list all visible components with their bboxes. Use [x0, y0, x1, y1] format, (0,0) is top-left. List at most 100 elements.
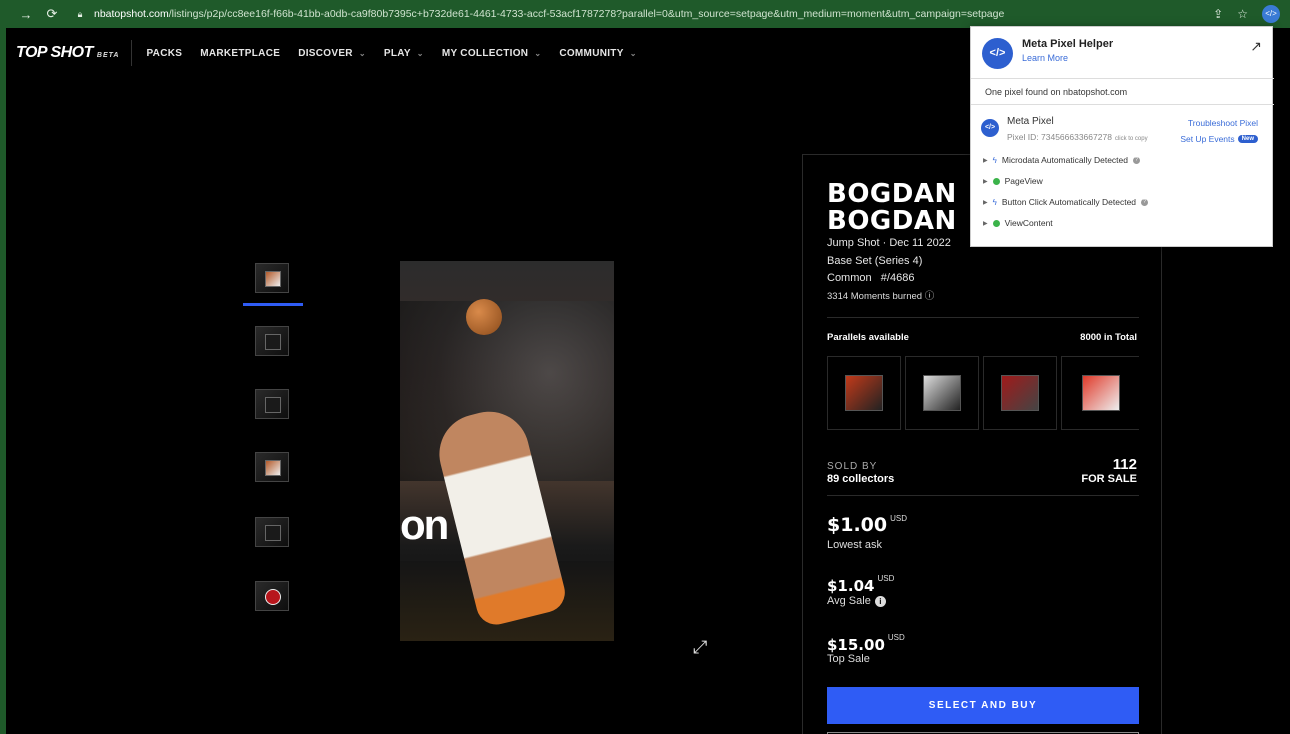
pixel-name: Meta Pixel	[1007, 116, 1054, 127]
meta-pixel-icon: </>	[981, 119, 999, 137]
popup-header: </> Meta Pixel Helper Learn More ↗	[971, 27, 1274, 79]
parallel-option[interactable]	[1061, 356, 1139, 430]
help-icon[interactable]: ?	[1141, 198, 1149, 206]
success-check-icon	[992, 177, 1000, 185]
price-value: $1.04	[827, 577, 875, 595]
nav-label: PLAY	[383, 47, 411, 59]
pixel-helper-logo-icon: </>	[982, 38, 1013, 69]
nav-label: PACKS	[146, 47, 183, 59]
event-label: Microdata Automatically Detected	[1001, 155, 1129, 165]
chevron-down-icon: ⌄	[534, 48, 542, 58]
pixel-id-text: Pixel ID: 734566633667278	[1007, 132, 1112, 142]
expand-icon[interactable]: ⤢	[693, 637, 707, 658]
nav-item-packs[interactable]: PACKS	[146, 48, 182, 59]
click-to-copy: click to copy	[1114, 136, 1148, 142]
thumbnail-image	[255, 452, 289, 482]
sold-by-label: SOLD BY	[827, 461, 878, 472]
share-icon[interactable]: ⇪	[1213, 7, 1223, 21]
for-sale-count: 112	[1112, 456, 1137, 473]
thumbnail-image	[255, 389, 289, 419]
expand-triangle-icon: ▶	[983, 157, 988, 164]
player-name: BOGDAN BOGDAN	[827, 181, 957, 235]
thumbnail-active-indicator	[243, 303, 303, 306]
avg-sale-label: Avg Sale i	[827, 595, 886, 607]
nav-item-play[interactable]: PLAY ⌄	[384, 48, 424, 59]
new-badge: New	[1237, 135, 1258, 143]
expand-triangle-icon: ▶	[983, 199, 988, 206]
star-icon[interactable]: ☆	[1237, 7, 1248, 21]
label-text: Lowest ask	[827, 539, 883, 551]
set-up-events-link[interactable]: Set Up Events New	[1180, 134, 1258, 144]
forward-icon[interactable]: →	[16, 7, 36, 22]
avg-sale-price: $1.04 USD	[827, 574, 894, 595]
event-label: PageView	[1004, 176, 1043, 186]
learn-more-link[interactable]: Learn More	[1022, 53, 1068, 63]
address-bar[interactable]: nbatopshot.com/listings/p2p/cc8ee16f-f66…	[94, 8, 1214, 20]
external-link-icon[interactable]: ↗	[1250, 38, 1262, 55]
info-icon[interactable]: ⓘ	[925, 291, 935, 302]
thumbnail-image	[255, 517, 289, 547]
extension-icon[interactable]: </>	[1262, 5, 1280, 23]
thumbnail-card-angle[interactable]	[252, 386, 292, 422]
parallel-image	[923, 375, 961, 411]
currency-label: USD	[877, 574, 895, 583]
select-and-buy-button[interactable]: SELECT AND BUY	[827, 687, 1139, 724]
parallel-option[interactable]	[983, 356, 1057, 430]
browser-actions: ⇪ ☆ </>	[1213, 5, 1280, 23]
topshot-logo[interactable]: TOP SHOT BETA	[16, 44, 119, 62]
logo-text: TOP SHOT	[16, 44, 93, 61]
lowest-ask-label: Lowest ask	[827, 539, 882, 551]
nav-item-discover[interactable]: DISCOVER ⌄	[298, 48, 366, 59]
parallel-image	[1081, 375, 1120, 411]
pixel-helper-popup: </> Meta Pixel Helper Learn More ↗ One p…	[970, 26, 1274, 247]
moment-video[interactable]: on	[400, 261, 614, 641]
thumbnail-image	[255, 581, 289, 611]
currency-label: USD	[890, 514, 907, 523]
parallels-total: 8000 in Total	[1080, 332, 1137, 343]
burned-info: 3314 Moments burned ⓘ	[827, 288, 934, 302]
nav-label: MY COLLECTION	[441, 47, 529, 59]
currency-label: USD	[887, 633, 905, 642]
nav-item-marketplace[interactable]: MARKETPLACE	[200, 48, 280, 59]
beta-label: BETA	[96, 52, 120, 59]
event-row-button-click[interactable]: ▶ ϟ Button Click Automatically Detected?	[983, 197, 1149, 207]
thumbnail-team-logo[interactable]	[252, 578, 292, 614]
thumbnail-image	[255, 263, 289, 293]
sold-by-value: 89 collectors	[827, 473, 895, 485]
price-value: $15.00	[827, 636, 885, 654]
chevron-down-icon: ⌄	[416, 48, 424, 58]
lightning-icon: ϟ	[992, 155, 997, 165]
parallel-option[interactable]	[827, 356, 901, 430]
nav-item-community[interactable]: COMMUNITY ⌄	[559, 48, 636, 59]
nav-item-my-collection[interactable]: MY COLLECTION ⌄	[442, 48, 542, 59]
event-row-pageview[interactable]: ▶ PageView	[983, 176, 1043, 186]
event-row-viewcontent[interactable]: ▶ ViewContent	[983, 218, 1053, 228]
troubleshoot-pixel-link[interactable]: Troubleshoot Pixel	[1188, 118, 1258, 128]
thumbnail-card-side[interactable]	[252, 449, 292, 485]
thumbnail-card-3d[interactable]	[252, 514, 292, 550]
parallels-label: Parallels available	[827, 332, 909, 343]
player-name-line: BOGDAN	[827, 206, 957, 236]
event-label: ViewContent	[1004, 218, 1053, 228]
event-row-microdata[interactable]: ▶ ϟ Microdata Automatically Detected?	[983, 155, 1141, 165]
help-icon[interactable]: ?	[1133, 156, 1141, 164]
arena-ad-text: on	[400, 501, 449, 548]
thumbnail-card-back[interactable]	[252, 323, 292, 359]
thumbnail-moment-front[interactable]	[252, 260, 292, 296]
success-check-icon	[992, 219, 1000, 227]
label-text: Avg Sale	[827, 595, 871, 607]
basketball	[466, 299, 502, 335]
pixel-id[interactable]: Pixel ID: 734566633667278 click to copy	[1007, 132, 1148, 142]
price-value: $1.00	[827, 514, 888, 536]
setup-text: Set Up Events	[1180, 134, 1235, 144]
parallel-option[interactable]	[905, 356, 979, 430]
reload-icon[interactable]: ⟳	[42, 6, 62, 22]
info-icon[interactable]: i	[874, 595, 886, 607]
thumbnail-image	[255, 326, 289, 356]
popup-title: Meta Pixel Helper	[1022, 38, 1114, 50]
lock-icon[interactable]: 🔒︎	[70, 9, 90, 20]
divider	[827, 317, 1139, 318]
nav-divider	[131, 40, 133, 66]
tier-info: Common #/4686	[827, 272, 915, 284]
divider	[827, 495, 1139, 496]
